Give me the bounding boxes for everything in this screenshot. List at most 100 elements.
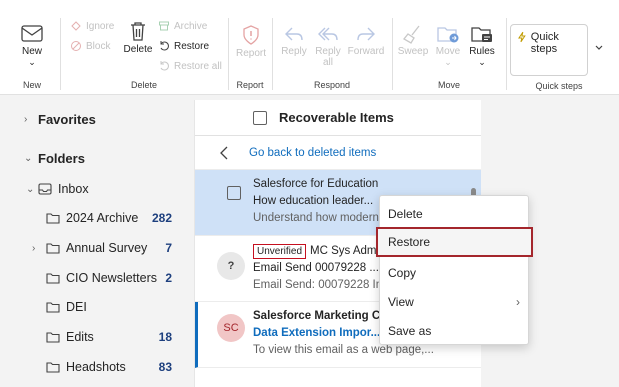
- folder-name: Edits: [66, 330, 94, 344]
- chevron-down-icon[interactable]: [594, 44, 604, 52]
- back-to-deleted-link[interactable]: Go back to deleted items: [195, 136, 482, 170]
- folder-item[interactable]: › Annual Survey 7: [0, 235, 188, 261]
- folder-icon: [46, 362, 60, 373]
- quick-steps-label: Quick steps: [530, 31, 559, 55]
- restore-icon: [160, 41, 169, 51]
- report-button[interactable]: Report: [232, 24, 270, 59]
- folder-item[interactable]: 2024 Archive 282: [0, 205, 188, 231]
- report-label: Report: [235, 48, 266, 59]
- shield-alert-icon: [243, 25, 259, 45]
- chevron-down-icon: ⌄: [24, 152, 33, 164]
- block-icon: [71, 41, 81, 51]
- folder-icon: [46, 243, 60, 254]
- forward-button[interactable]: Forward: [346, 24, 386, 57]
- folder-name: Headshots: [66, 360, 126, 374]
- delete-button[interactable]: Delete: [118, 20, 158, 55]
- reply-label: Reply: [281, 46, 307, 57]
- forward-icon: [357, 27, 375, 41]
- message-sender: Salesforce for Education: [253, 178, 379, 190]
- mail-icon: [21, 25, 43, 42]
- menu-item-label: View: [388, 295, 414, 309]
- folder-name: 2024 Archive: [66, 211, 139, 225]
- menu-item-copy[interactable]: Copy: [380, 258, 530, 288]
- avatar: ?: [217, 252, 245, 280]
- restore-all-button[interactable]: Restore all: [158, 60, 222, 72]
- forward-label: Forward: [347, 46, 385, 57]
- menu-item-label: Delete: [388, 207, 423, 221]
- message-subject: Email Send 00079228 ...: [253, 262, 379, 274]
- message-preview: Email Send: 00079228 Init: [253, 279, 388, 291]
- favorites-label: Favorites: [38, 111, 96, 127]
- rules-button[interactable]: Rules ⌄: [466, 24, 498, 68]
- ignore-icon: [71, 21, 81, 31]
- restore-label: Restore: [174, 40, 210, 52]
- group-label-respond: Respond: [313, 80, 351, 90]
- divider: [60, 18, 61, 90]
- lightning-icon: [518, 31, 526, 43]
- block-button[interactable]: Block: [70, 40, 110, 52]
- ignore-label: Ignore: [86, 20, 115, 32]
- avatar: SC: [217, 314, 245, 342]
- reply-button[interactable]: Reply: [278, 24, 310, 57]
- divider: [506, 18, 507, 90]
- folder-name: Annual Survey: [66, 241, 148, 255]
- rules-icon: [471, 27, 492, 42]
- group-delete: Ignore Block Delete Archive Restore Rest…: [62, 14, 226, 92]
- menu-item-delete[interactable]: Delete: [380, 199, 530, 229]
- favorites-header[interactable]: › Favorites: [0, 106, 188, 132]
- quick-steps-button[interactable]: Quick steps: [510, 24, 588, 76]
- menu-item-restore[interactable]: Restore: [376, 227, 533, 257]
- folder-item[interactable]: CIO Newsletters 2: [0, 265, 188, 291]
- restore-button[interactable]: Restore: [158, 40, 209, 52]
- archive-icon: [159, 21, 169, 31]
- unverified-badge: Unverified: [253, 244, 307, 259]
- move-label: Move: [435, 46, 461, 57]
- unread-count: 83: [158, 360, 172, 374]
- reply-all-label-2: all: [322, 57, 333, 68]
- group-report: Report Report: [230, 14, 270, 92]
- reply-all-label-1: Reply: [315, 46, 341, 57]
- divider: [228, 18, 229, 90]
- unread-count: 2: [165, 271, 172, 285]
- ignore-button[interactable]: Ignore: [70, 20, 114, 32]
- folder-item[interactable]: Headshots 83: [0, 354, 188, 380]
- divider: [392, 18, 393, 90]
- new-button[interactable]: New ⌄: [12, 24, 52, 68]
- move-button[interactable]: Move ⌄: [432, 24, 464, 68]
- folder-name: CIO Newsletters: [66, 271, 157, 285]
- new-label: New: [21, 46, 42, 57]
- chevron-right-icon[interactable]: ›: [32, 243, 35, 254]
- message-preview: Understand how modern: [253, 212, 379, 224]
- inbox-icon: [38, 183, 52, 195]
- message-checkbox[interactable]: [227, 186, 241, 200]
- unread-count: 18: [158, 330, 172, 344]
- select-all-checkbox[interactable]: [253, 111, 267, 125]
- unread-count: 7: [165, 241, 172, 255]
- divider: [272, 18, 273, 90]
- chevron-right-icon: ›: [24, 113, 28, 125]
- block-label: Block: [86, 40, 111, 52]
- group-respond: Reply Reply all Forward Respond: [274, 14, 390, 92]
- folder-inbox[interactable]: ⌄ Inbox: [0, 176, 188, 202]
- message-subject: How education leader...: [253, 195, 374, 207]
- menu-item-save-as[interactable]: Save as: [380, 316, 530, 346]
- group-label-report: Report: [236, 80, 264, 90]
- back-link-label: Go back to deleted items: [249, 147, 377, 159]
- chevron-down-icon: ⌄: [478, 57, 486, 67]
- chevron-right-icon: ›: [516, 295, 520, 309]
- message-subject: Data Extension Impor...: [253, 327, 381, 339]
- folder-item[interactable]: Edits 18: [0, 324, 188, 350]
- folder-icon: [46, 213, 60, 224]
- archive-label: Archive: [174, 20, 208, 32]
- broom-icon: [403, 25, 420, 44]
- menu-item-label: Save as: [388, 324, 432, 338]
- folder-item[interactable]: DEI: [0, 294, 188, 320]
- folder-icon: [46, 273, 60, 284]
- archive-button[interactable]: Archive: [158, 20, 207, 32]
- folders-header[interactable]: ⌄ Folders: [0, 145, 188, 171]
- folder-icon: [46, 332, 60, 343]
- reply-all-button[interactable]: Reply all: [312, 24, 344, 68]
- inbox-label: Inbox: [58, 182, 89, 196]
- menu-item-view[interactable]: View ›: [380, 287, 530, 317]
- sweep-button[interactable]: Sweep: [396, 24, 430, 57]
